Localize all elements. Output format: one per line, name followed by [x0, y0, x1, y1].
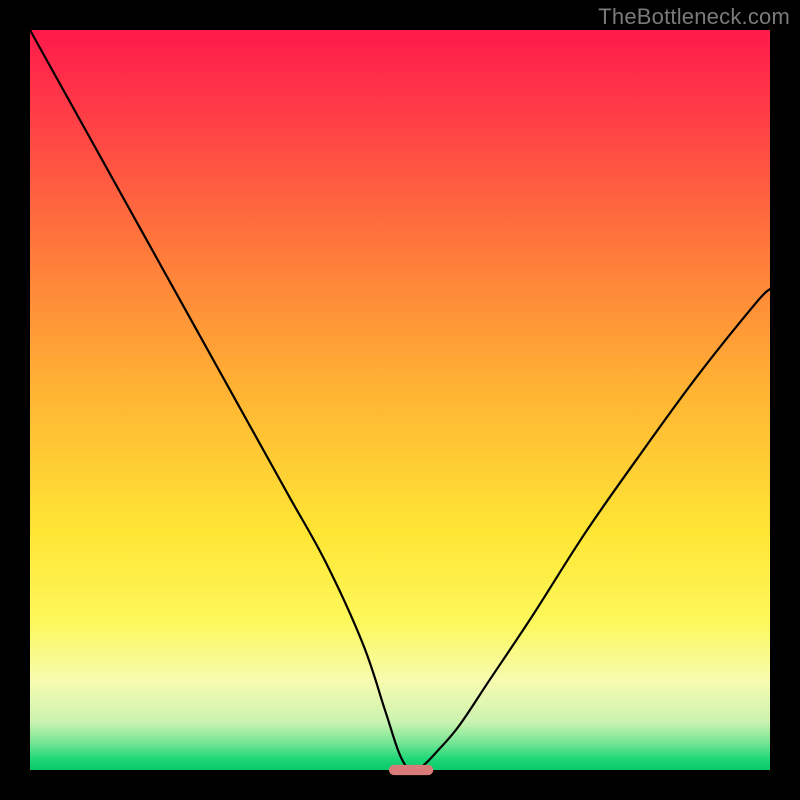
optimum-marker [389, 765, 433, 775]
chart-frame: TheBottleneck.com [0, 0, 800, 800]
gradient-background [30, 30, 770, 770]
bottleneck-plot [0, 0, 800, 800]
watermark-text: TheBottleneck.com [598, 4, 790, 30]
